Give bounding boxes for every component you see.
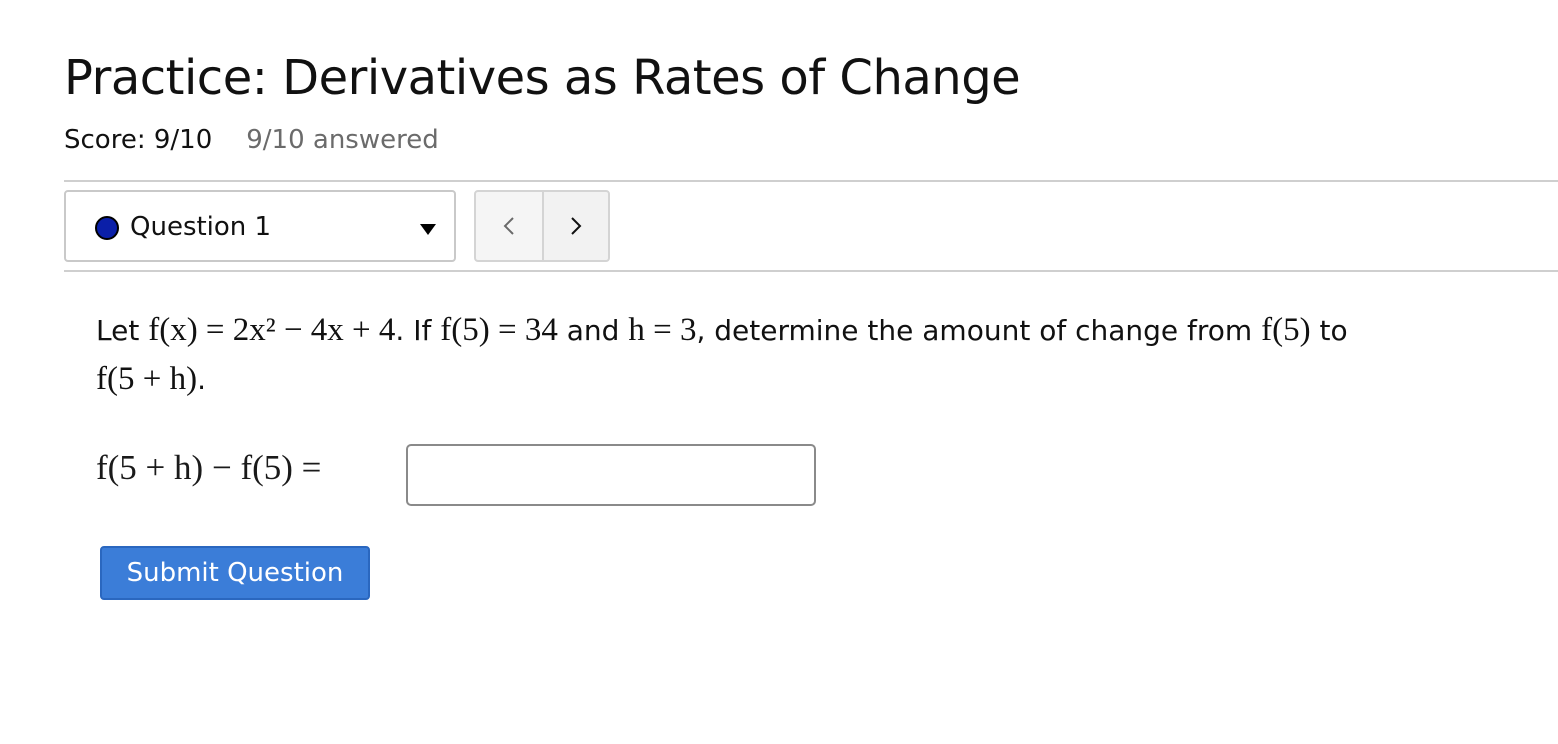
- h-value: h = 3: [628, 312, 697, 348]
- problem-text: Let: [96, 314, 149, 347]
- question-text: Let f(x) = 2x² − 4x + 4. If f(5) = 34 an…: [96, 306, 1526, 404]
- problem-text: . If: [395, 314, 441, 347]
- submit-question-button[interactable]: Submit Question: [100, 546, 370, 600]
- page-title: Practice: Derivatives as Rates of Change: [64, 50, 1021, 106]
- question-status-dot: [95, 216, 119, 240]
- dropdown-caret-icon: [420, 224, 436, 235]
- score-text: Score: 9/10: [64, 125, 213, 155]
- problem-text: to: [1310, 314, 1348, 347]
- question-select[interactable]: Question 1: [64, 190, 456, 262]
- answered-count: 9/10 answered: [246, 125, 439, 155]
- answer-label-row: f(5 + h) − f(5) =: [96, 448, 321, 488]
- problem-text: , determine the amount of change from: [696, 314, 1262, 347]
- math-f5: f(5): [1261, 312, 1311, 348]
- divider-bottom: [64, 270, 1558, 272]
- problem-text: and: [557, 314, 629, 347]
- divider-top: [64, 180, 1558, 182]
- question-select-label: Question 1: [130, 212, 272, 242]
- given-value: f(5) = 34: [440, 312, 558, 348]
- score-bar: Score: 9/10 9/10 answered: [64, 125, 439, 155]
- next-question-button[interactable]: [542, 190, 610, 262]
- chevron-right-icon: [571, 217, 582, 235]
- problem-text: .: [197, 363, 206, 396]
- math-f5h: f(5 + h): [96, 361, 198, 397]
- function-definition: f(x) = 2x² − 4x + 4: [148, 312, 396, 348]
- answer-label: f(5 + h) − f(5) =: [96, 448, 322, 487]
- previous-question-button[interactable]: [474, 190, 544, 262]
- chevron-left-icon: [503, 217, 514, 235]
- answer-input[interactable]: [406, 444, 816, 506]
